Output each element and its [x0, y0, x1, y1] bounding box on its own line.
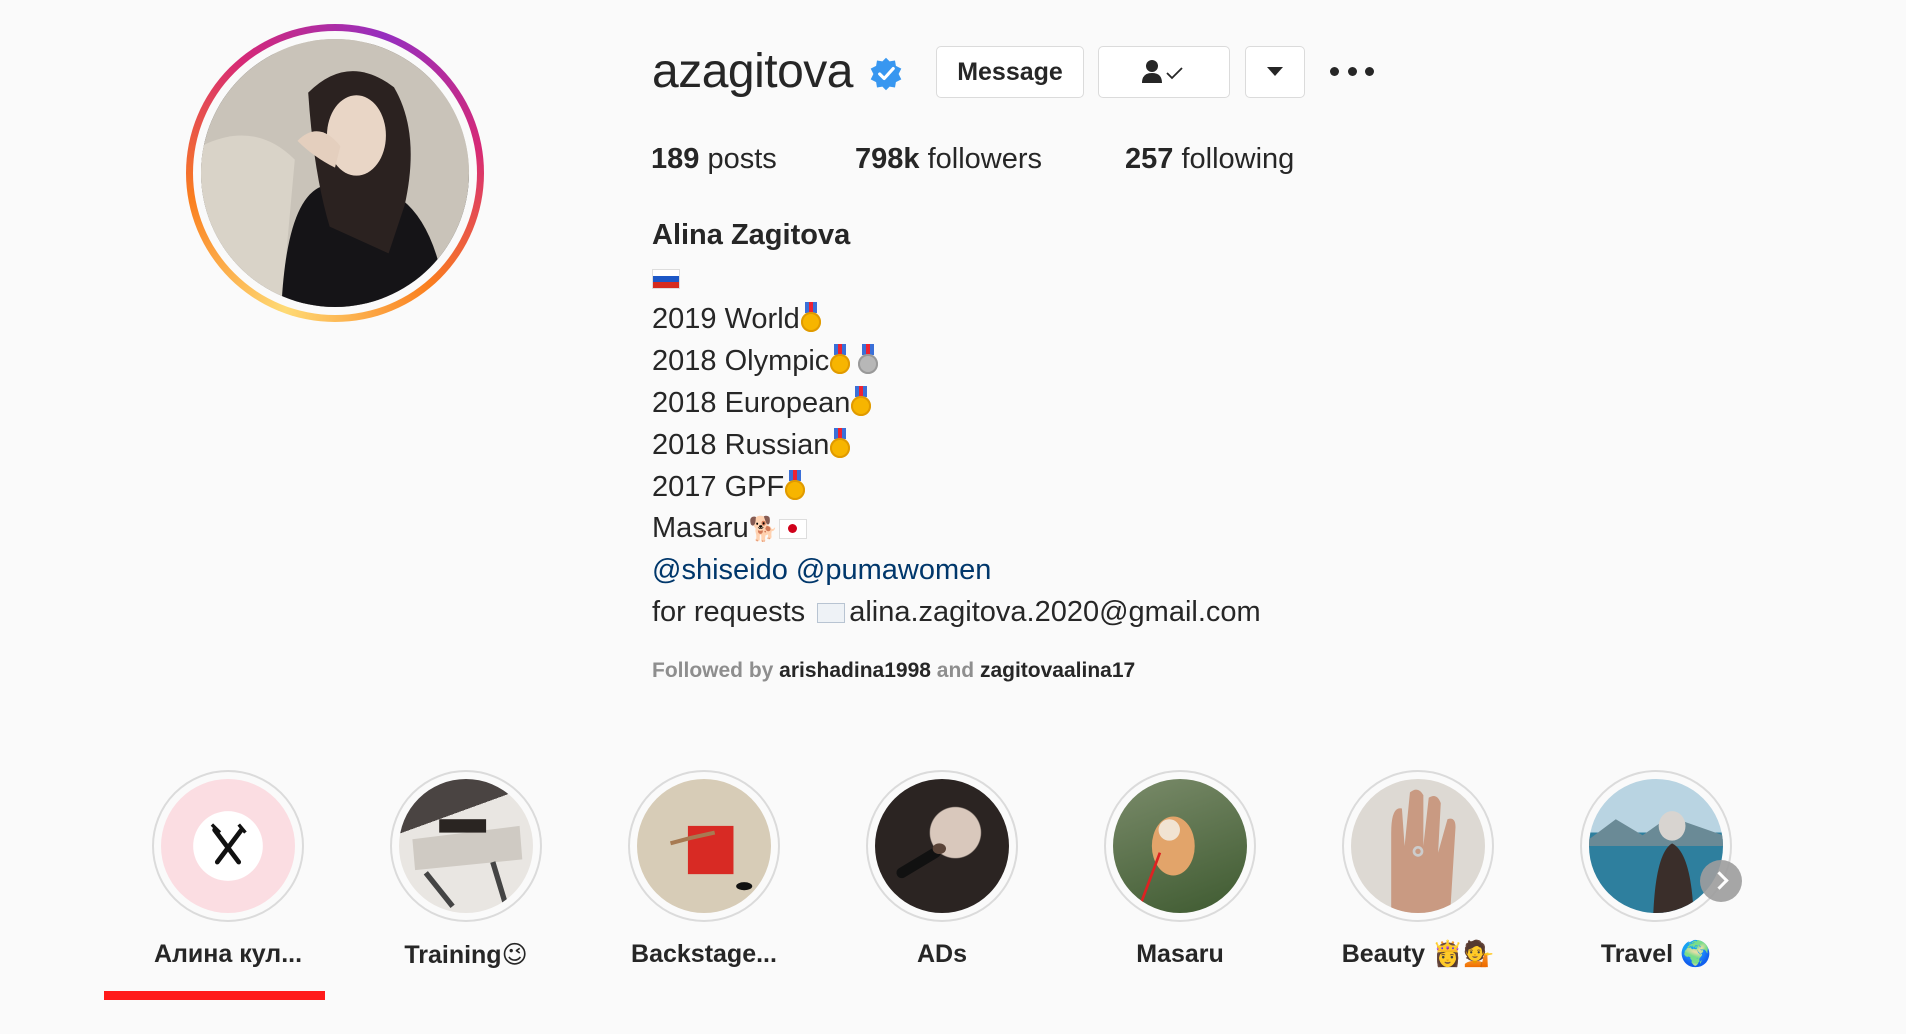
profile-full-name: Alina Zagitova — [652, 219, 851, 251]
highlight-label: Travel 🌍 — [1600, 940, 1712, 968]
highlight-item[interactable]: Алина кул... — [143, 770, 313, 969]
user-check-icon — [1142, 60, 1183, 83]
contact-email: alina.zagitova.2020@gmail.com — [849, 596, 1261, 628]
gold-medal-icon — [785, 470, 806, 500]
highlight-label: Training😉 — [404, 941, 528, 969]
following-button[interactable] — [1098, 46, 1230, 98]
highlight-item[interactable]: Beauty 👸💁 — [1333, 770, 1503, 969]
highlight-item[interactable]: Backstage... — [619, 770, 789, 969]
profile-avatar-ring[interactable] — [186, 24, 484, 322]
bio-line: 2018 Olympic — [652, 344, 879, 378]
highlight-label: Backstage... — [631, 940, 777, 968]
mention-link[interactable]: @pumawomen — [796, 554, 991, 586]
highlight-thumbnail — [412, 819, 523, 908]
more-options-icon[interactable] — [1330, 58, 1374, 84]
bio-line: 2017 GPF — [652, 470, 806, 504]
message-button[interactable]: Message — [936, 46, 1084, 98]
bio-line: 2018 Russian — [652, 428, 851, 462]
profile-username: azagitova — [652, 45, 853, 98]
highlight-thumbnail — [669, 825, 753, 891]
mention-link[interactable]: @shiseido — [652, 554, 788, 586]
silver-medal-icon — [858, 344, 879, 374]
russia-flag-icon — [652, 262, 680, 295]
next-arrow-icon[interactable] — [1700, 860, 1742, 902]
verified-badge-icon — [870, 57, 902, 91]
gold-medal-icon — [800, 302, 821, 332]
avatar-photo — [201, 39, 469, 307]
envelope-icon — [817, 603, 846, 624]
bio-line: 2018 European — [652, 386, 872, 420]
following-link[interactable]: 257 following — [1125, 143, 1294, 176]
followers-link[interactable]: 798k followers — [855, 143, 1042, 176]
highlight-underline — [104, 991, 325, 1000]
highlight-label: Алина кул... — [153, 940, 303, 968]
bio-mentions: @shiseido @pumawomen — [652, 554, 991, 587]
followed-by[interactable]: Followed by arishadina1998 and zagitovaa… — [652, 659, 1135, 683]
highlight-thumbnail — [1391, 789, 1456, 913]
gold-medal-icon — [851, 386, 872, 416]
dog-icon: 🐕 — [748, 516, 779, 543]
posts-count: 189 posts — [651, 143, 777, 175]
gold-medal-icon — [830, 344, 851, 374]
highlight-label: Beauty 👸💁 — [1341, 940, 1495, 968]
highlight-label: ADs — [916, 940, 967, 968]
gold-medal-icon — [830, 428, 851, 458]
avatar[interactable] — [201, 39, 469, 307]
bio-contact: for requests alina.zagitova.2020@gmail.c… — [652, 596, 1261, 628]
highlight-item[interactable]: Masaru — [1095, 770, 1265, 969]
caret-down-icon — [1267, 67, 1283, 76]
highlight-thumbnail — [1138, 816, 1195, 907]
bio-line: Masaru🐕 — [652, 512, 807, 545]
fork-knife-icon — [193, 811, 263, 881]
highlight-item[interactable]: ADs — [857, 770, 1027, 969]
highlight-label: Masaru — [1136, 940, 1224, 968]
bio-line: 2019 World — [652, 302, 821, 336]
avatar-inner — [193, 31, 477, 315]
japan-flag-icon — [778, 519, 807, 539]
suggested-dropdown-button[interactable] — [1245, 46, 1305, 98]
highlight-thumbnail — [896, 843, 947, 879]
highlight-item[interactable]: Training😉 — [381, 770, 551, 970]
